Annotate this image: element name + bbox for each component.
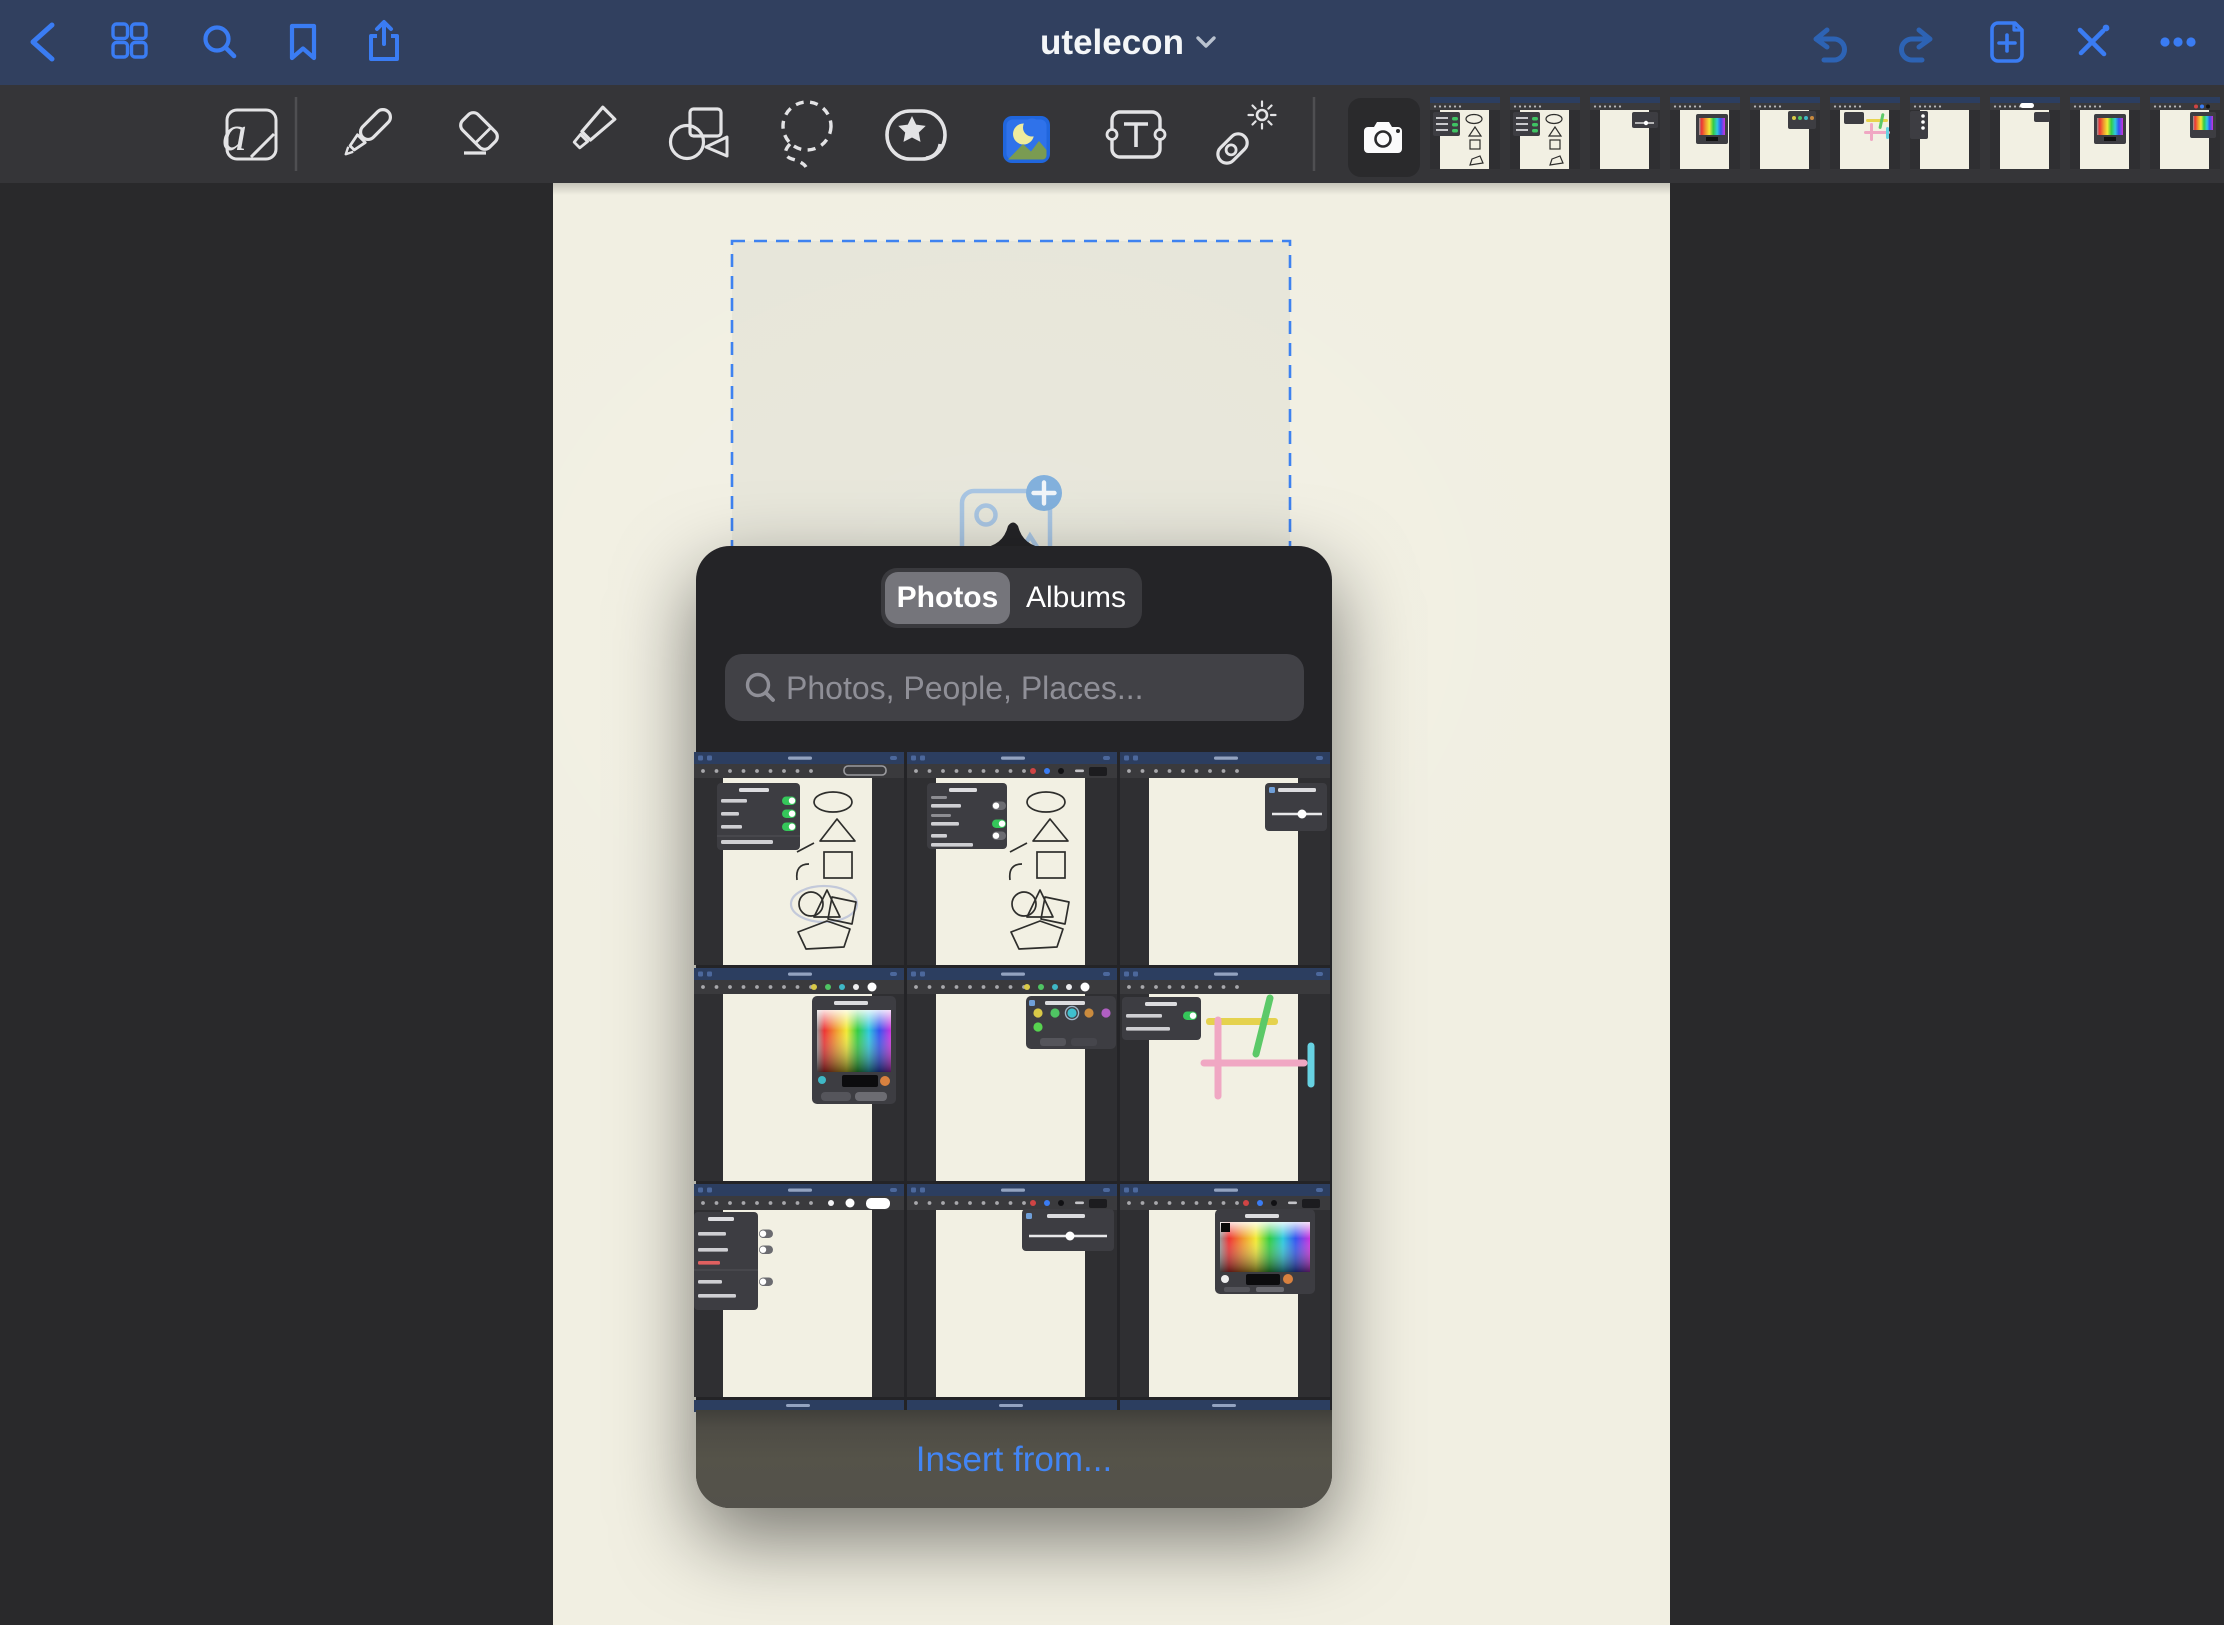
svg-text:a: a: [222, 105, 247, 161]
